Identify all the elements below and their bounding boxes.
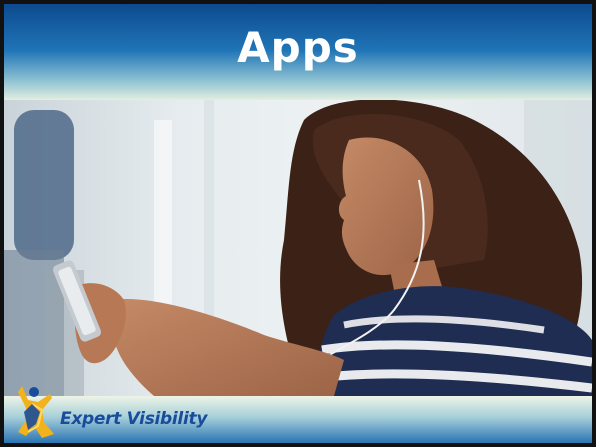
slide-photo bbox=[4, 100, 592, 396]
title-bar: Apps bbox=[4, 4, 592, 100]
person-star-icon bbox=[14, 382, 64, 442]
slide-title: Apps bbox=[237, 23, 359, 72]
brand-name: Expert Visibility bbox=[60, 409, 208, 429]
slide: Apps Expert Visibility bbox=[0, 0, 596, 447]
